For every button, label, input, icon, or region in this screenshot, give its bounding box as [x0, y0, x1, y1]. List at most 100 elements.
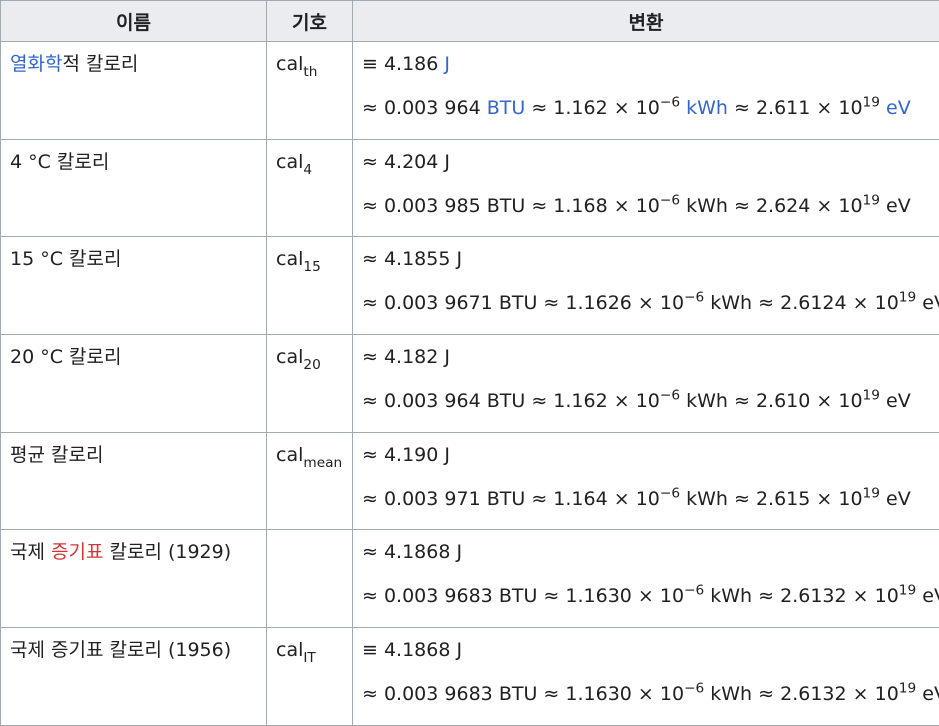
joule-unit-link[interactable]: J	[444, 53, 450, 75]
name-prefix: 국제	[10, 541, 51, 563]
joule-line: ≈ 4.1855 J	[362, 247, 939, 271]
calorie-conversion-table: 이름 기호 변환 열화학적 칼로리 calth ≡ 4.186 J ≈ 0.00…	[0, 0, 939, 726]
approx-sign: ≈	[734, 390, 750, 412]
btu-value: 0.003 964	[384, 97, 481, 119]
kwh-unit: kWh	[710, 585, 752, 607]
ev-mantissa: 2.615	[756, 488, 810, 510]
joule-unit: J	[457, 639, 463, 661]
header-symbol: 기호	[267, 1, 353, 42]
symbol-base: cal	[276, 444, 303, 466]
name-cell: 국제 증기표 칼로리 (1929)	[1, 530, 267, 628]
symbol-cell: calmean	[267, 432, 353, 530]
table-header-row: 이름 기호 변환	[1, 1, 939, 42]
symbol-cell-empty	[267, 530, 353, 628]
ev-mantissa: 2.624	[756, 195, 810, 217]
table-row: 15 °C 칼로리 cal15 ≈ 4.1855 J ≈ 0.003 9671 …	[1, 237, 939, 335]
btu-unit: BTU	[499, 683, 538, 705]
approx-sign: ≈	[543, 683, 559, 705]
table-row: 열화학적 칼로리 calth ≡ 4.186 J ≈ 0.003 964 BTU…	[1, 42, 939, 140]
relation-symbol: ≈	[362, 444, 378, 466]
relation-symbol: ≈	[362, 346, 378, 368]
approx-sign: ≈	[531, 195, 547, 217]
table-row: 20 °C 칼로리 cal20 ≈ 4.182 J ≈ 0.003 964 BT…	[1, 335, 939, 433]
ev-mantissa: 2.6124	[780, 292, 846, 314]
symbol-cell: cal20	[267, 335, 353, 433]
kwh-mantissa: 1.164	[553, 488, 607, 510]
ev-exponent: 19	[863, 94, 880, 110]
times-ten: × 10	[816, 390, 862, 412]
approx-sign: ≈	[531, 488, 547, 510]
conversion-cell: ≡ 4.186 J ≈ 0.003 964 BTU ≈ 1.162 × 10−6…	[353, 42, 939, 140]
btu-unit: BTU	[499, 585, 538, 607]
times-ten: × 10	[614, 390, 660, 412]
btu-unit: BTU	[487, 390, 526, 412]
joule-line: ≈ 4.204 J	[362, 150, 939, 174]
ev-exponent: 19	[899, 290, 916, 306]
symbol-cell: calth	[267, 42, 353, 140]
symbol-base: cal	[276, 248, 303, 270]
approx-sign: ≈	[362, 585, 378, 607]
btu-unit-link[interactable]: BTU	[487, 97, 526, 119]
ev-unit: eV	[886, 195, 911, 217]
header-name: 이름	[1, 1, 267, 42]
joule-value: 4.1868	[384, 639, 450, 661]
symbol-subscript: 4	[303, 162, 312, 178]
name-text: 적 칼로리	[62, 53, 138, 75]
approx-sign: ≈	[531, 97, 547, 119]
approx-sign: ≈	[362, 683, 378, 705]
joule-value: 4.1855	[384, 248, 450, 270]
name-cell: 평균 칼로리	[1, 432, 267, 530]
other-units-line: ≈ 0.003 964 BTU ≈ 1.162 × 10−6 kWh ≈ 2.6…	[362, 96, 939, 120]
joule-unit: J	[457, 541, 463, 563]
kwh-exponent: −6	[660, 388, 680, 404]
thermochemistry-link[interactable]: 열화학	[10, 53, 62, 75]
name-cell: 15 °C 칼로리	[1, 237, 267, 335]
approx-sign: ≈	[362, 292, 378, 314]
btu-unit: BTU	[487, 488, 526, 510]
joule-line: ≈ 4.190 J	[362, 443, 939, 467]
times-ten: × 10	[853, 585, 899, 607]
symbol-subscript: 15	[303, 260, 320, 276]
approx-sign: ≈	[758, 683, 774, 705]
joule-unit: J	[444, 444, 450, 466]
kwh-mantissa: 1.1630	[565, 683, 631, 705]
symbol-base: cal	[276, 639, 303, 661]
joule-line: ≈ 4.1868 J	[362, 540, 939, 564]
ev-unit: eV	[886, 488, 911, 510]
steam-table-redlink[interactable]: 증기표	[51, 541, 103, 563]
joule-unit: J	[457, 248, 463, 270]
joule-line: ≡ 4.1868 J	[362, 638, 939, 662]
kwh-exponent: −6	[660, 94, 680, 110]
btu-value: 0.003 964	[384, 390, 481, 412]
other-units-line: ≈ 0.003 9683 BTU ≈ 1.1630 × 10−6 kWh ≈ 2…	[362, 584, 939, 608]
approx-sign: ≈	[543, 292, 559, 314]
ev-unit-link[interactable]: eV	[886, 97, 911, 119]
conversion-cell: ≈ 4.190 J ≈ 0.003 971 BTU ≈ 1.164 × 10−6…	[353, 432, 939, 530]
kwh-unit: kWh	[710, 683, 752, 705]
times-ten: × 10	[816, 488, 862, 510]
symbol-cell: cal4	[267, 139, 353, 237]
ev-exponent: 19	[863, 192, 880, 208]
times-ten: × 10	[614, 195, 660, 217]
btu-value: 0.003 9683	[384, 683, 493, 705]
btu-value: 0.003 9671	[384, 292, 493, 314]
conversion-cell: ≡ 4.1868 J ≈ 0.003 9683 BTU ≈ 1.1630 × 1…	[353, 628, 939, 726]
kwh-unit: kWh	[686, 390, 728, 412]
name-suffix: 칼로리 (1929)	[103, 541, 231, 563]
symbol-subscript: IT	[303, 650, 315, 666]
ev-unit: eV	[922, 683, 939, 705]
joule-line: ≡ 4.186 J	[362, 52, 939, 76]
relation-symbol: ≈	[362, 248, 378, 270]
kwh-exponent: −6	[684, 583, 704, 599]
joule-value: 4.182	[384, 346, 438, 368]
joule-value: 4.204	[384, 151, 438, 173]
other-units-line: ≈ 0.003 9683 BTU ≈ 1.1630 × 10−6 kWh ≈ 2…	[362, 682, 939, 706]
other-units-line: ≈ 0.003 985 BTU ≈ 1.168 × 10−6 kWh ≈ 2.6…	[362, 194, 939, 218]
approx-sign: ≈	[758, 585, 774, 607]
ev-unit: eV	[886, 390, 911, 412]
kwh-unit-link[interactable]: kWh	[686, 97, 728, 119]
approx-sign: ≈	[362, 195, 378, 217]
symbol-cell: cal15	[267, 237, 353, 335]
joule-unit: J	[444, 151, 450, 173]
ev-exponent: 19	[863, 388, 880, 404]
